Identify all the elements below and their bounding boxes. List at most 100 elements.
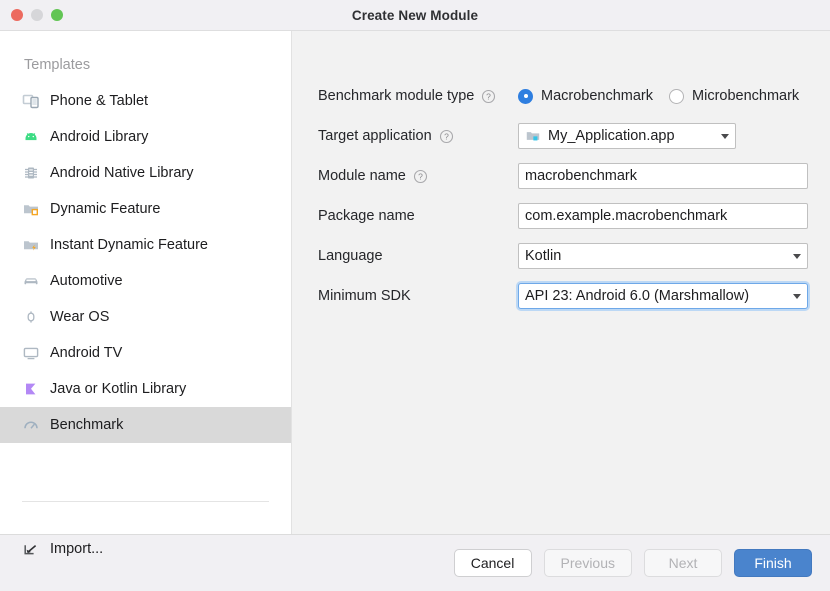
module-name-label: Module name ? [318, 168, 518, 184]
package-name-value: com.example.macrobenchmark [525, 208, 727, 224]
label-text: Package name [318, 208, 415, 224]
label-text: Minimum SDK [318, 288, 411, 304]
sidebar-item-label: Import... [50, 541, 103, 557]
native-chip-icon [22, 164, 40, 182]
radio-label: Microbenchmark [692, 88, 799, 104]
dynamic-feature-icon [22, 200, 40, 218]
cancel-button[interactable]: Cancel [454, 549, 532, 577]
sidebar-divider [22, 501, 269, 502]
label-text: Target application [318, 128, 432, 144]
minimum-sdk-label: Minimum SDK [318, 288, 518, 304]
minimum-sdk-dropdown[interactable]: API 23: Android 6.0 (Marshmallow) [518, 283, 808, 309]
row-target-application: Target application ? [318, 116, 830, 156]
sidebar-item-label: Android Native Library [50, 165, 193, 181]
svg-text:?: ? [444, 131, 449, 141]
sidebar-item-instant-dynamic-feature[interactable]: Instant Dynamic Feature [0, 227, 291, 263]
car-icon [22, 272, 40, 290]
radio-macrobenchmark[interactable]: Macrobenchmark [518, 88, 653, 104]
chevron-down-icon [793, 254, 801, 259]
sidebar-item-benchmark[interactable]: Benchmark [0, 407, 291, 443]
module-config-form: Benchmark module type ? Macrobenchmark [292, 31, 830, 534]
sidebar-item-label: Java or Kotlin Library [50, 381, 186, 397]
row-benchmark-module-type: Benchmark module type ? Macrobenchmark [318, 76, 830, 116]
radio-dot-icon [669, 89, 684, 104]
label-text: Module name [318, 168, 406, 184]
combo-value-wrap: API 23: Android 6.0 (Marshmallow) [525, 288, 749, 304]
label-text: Benchmark module type [318, 88, 474, 104]
module-name-value: macrobenchmark [525, 168, 637, 184]
target-application-control: My_Application.app [518, 123, 830, 149]
benchmark-module-type-control: Macrobenchmark Microbenchmark [518, 88, 830, 104]
window-controls [11, 0, 63, 30]
help-icon[interactable]: ? [413, 169, 428, 184]
sidebar-item-wear-os[interactable]: Wear OS [0, 299, 291, 335]
zoom-button[interactable] [51, 9, 63, 21]
tv-icon [22, 344, 40, 362]
sidebar-item-label: Benchmark [50, 417, 123, 433]
target-application-label: Target application ? [318, 128, 518, 144]
minimum-sdk-value: API 23: Android 6.0 (Marshmallow) [525, 288, 749, 304]
radio-dot-icon [518, 89, 533, 104]
package-name-control: com.example.macrobenchmark [518, 203, 830, 229]
package-name-label: Package name [318, 208, 518, 224]
sidebar-item-phone-tablet[interactable]: Phone & Tablet [0, 83, 291, 119]
sidebar-item-label: Android Library [50, 129, 148, 145]
module-folder-icon [525, 128, 541, 144]
svg-text:?: ? [486, 91, 491, 101]
minimize-button[interactable] [31, 9, 43, 21]
sidebar-item-android-native-library[interactable]: Android Native Library [0, 155, 291, 191]
templates-heading: Templates [0, 31, 291, 83]
previous-button: Previous [544, 549, 632, 577]
kotlin-icon [22, 380, 40, 398]
sidebar-item-label: Phone & Tablet [50, 93, 148, 109]
sidebar-item-label: Wear OS [50, 309, 109, 325]
sidebar-item-java-or-kotlin-library[interactable]: Java or Kotlin Library [0, 371, 291, 407]
label-text: Language [318, 248, 383, 264]
import-arrow-icon [22, 540, 40, 558]
sidebar-item-label: Android TV [50, 345, 122, 361]
help-icon[interactable]: ? [439, 129, 454, 144]
android-robot-icon [22, 128, 40, 146]
combo-value-wrap: Kotlin [525, 248, 561, 264]
svg-text:?: ? [418, 171, 423, 181]
window-title: Create New Module [0, 8, 830, 23]
sidebar-item-android-library[interactable]: Android Library [0, 119, 291, 155]
minimum-sdk-control: API 23: Android 6.0 (Marshmallow) [518, 283, 830, 309]
finish-button[interactable]: Finish [734, 549, 812, 577]
watch-icon [22, 308, 40, 326]
sidebar-item-automotive[interactable]: Automotive [0, 263, 291, 299]
radio-label: Macrobenchmark [541, 88, 653, 104]
row-package-name: Package name com.example.macrobenchmark [318, 196, 830, 236]
module-name-input[interactable]: macrobenchmark [518, 163, 808, 189]
title-bar: Create New Module [0, 0, 830, 31]
language-control: Kotlin [518, 243, 830, 269]
language-dropdown[interactable]: Kotlin [518, 243, 808, 269]
benchmark-module-type-label: Benchmark module type ? [318, 88, 518, 104]
package-name-input[interactable]: com.example.macrobenchmark [518, 203, 808, 229]
benchmark-gauge-icon [22, 416, 40, 434]
sidebar-item-dynamic-feature[interactable]: Dynamic Feature [0, 191, 291, 227]
sidebar-item-android-tv[interactable]: Android TV [0, 335, 291, 371]
combo-value-wrap: My_Application.app [525, 128, 675, 144]
templates-sidebar: Templates Phone & Tablet [0, 31, 292, 534]
target-application-dropdown[interactable]: My_Application.app [518, 123, 736, 149]
target-application-value: My_Application.app [548, 128, 675, 144]
dialog-body: Templates Phone & Tablet [0, 31, 830, 535]
radio-microbenchmark[interactable]: Microbenchmark [669, 88, 799, 104]
instant-dynamic-feature-icon [22, 236, 40, 254]
sidebar-item-import[interactable]: Import... [0, 531, 291, 567]
phone-tablet-icon [22, 92, 40, 110]
language-label: Language [318, 248, 518, 264]
sidebar-item-label: Instant Dynamic Feature [50, 237, 208, 253]
module-type-radio-group: Macrobenchmark Microbenchmark [518, 88, 815, 104]
language-value: Kotlin [525, 248, 561, 264]
row-module-name: Module name ? macrobenchmark [318, 156, 830, 196]
create-new-module-dialog: Create New Module Templates Phone & Tabl… [0, 0, 830, 591]
help-icon[interactable]: ? [481, 89, 496, 104]
sidebar-item-label: Dynamic Feature [50, 201, 160, 217]
chevron-down-icon [721, 134, 729, 139]
close-button[interactable] [11, 9, 23, 21]
row-minimum-sdk: Minimum SDK API 23: Android 6.0 (Marshma… [318, 276, 830, 316]
sidebar-item-label: Automotive [50, 273, 123, 289]
module-name-control: macrobenchmark [518, 163, 830, 189]
